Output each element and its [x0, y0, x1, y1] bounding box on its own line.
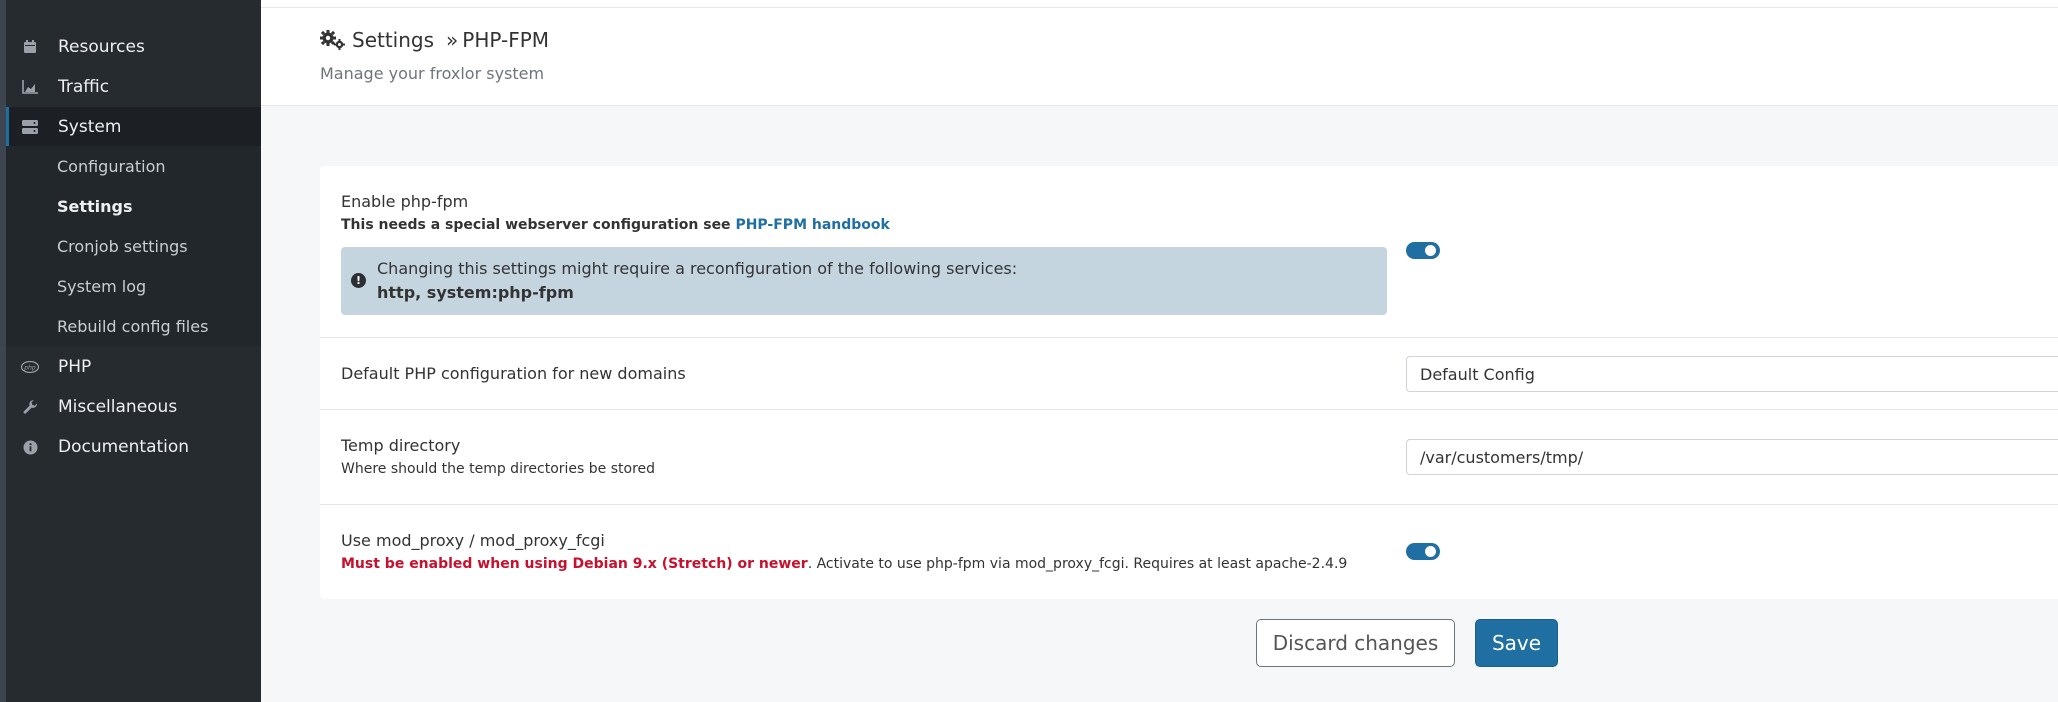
sidebar-item-label: System — [58, 117, 122, 137]
row-divider — [320, 337, 2058, 338]
calendar-icon — [20, 37, 40, 57]
reconfiguration-alert: ! Changing this settings might require a… — [341, 247, 1387, 315]
sidebar-submenu: Configuration Settings Cronjob settings … — [6, 146, 261, 346]
temp-dir-value: /var/customers/tmp/ — [1420, 447, 1584, 467]
toggle-knob — [1425, 245, 1436, 256]
toggle-knob — [1425, 546, 1436, 557]
sidebar-subitem-settings[interactable]: Settings — [57, 197, 133, 216]
sidebar-subitem-rebuild-config[interactable]: Rebuild config files — [57, 317, 208, 336]
default-config-select[interactable]: Default Config — [1406, 356, 2058, 392]
svg-text:php: php — [23, 364, 36, 371]
info-icon — [20, 437, 40, 457]
sidebar-item-traffic[interactable]: Traffic — [6, 67, 261, 107]
sidebar-item-label: Resources — [58, 37, 145, 57]
sidebar-item-label: Miscellaneous — [58, 397, 178, 417]
breadcrumb-section: PHP-FPM — [462, 28, 550, 52]
page-subtitle: Manage your froxlor system — [320, 64, 545, 83]
sidebar-subitem-configuration[interactable]: Configuration — [57, 157, 166, 176]
breadcrumb: Settings » PHP-FPM — [320, 28, 549, 52]
alert-services: http, system:php-fpm — [377, 283, 574, 302]
gears-icon — [320, 30, 345, 50]
sidebar-item-system[interactable]: System — [6, 107, 261, 147]
default-config-value: Default Config — [1420, 364, 1535, 384]
mod-proxy-warning: Must be enabled when using Debian 9.x (S… — [341, 556, 808, 572]
mod-proxy-description-text: . Activate to use php-fpm via mod_proxy_… — [807, 556, 1348, 572]
exclamation-circle-icon: ! — [351, 273, 366, 288]
chart-area-icon — [20, 77, 40, 97]
php-icon: php — [20, 357, 40, 377]
php-fpm-handbook-link[interactable]: PHP-FPM handbook — [735, 217, 889, 233]
default-config-title: Default PHP configuration for new domain… — [341, 364, 686, 383]
temp-dir-input[interactable]: /var/customers/tmp/ — [1406, 439, 2058, 475]
top-strip — [261, 0, 2058, 8]
sidebar-item-documentation[interactable]: Documentation — [6, 427, 261, 467]
sidebar-item-php[interactable]: php PHP — [6, 347, 261, 387]
sidebar: Resources Traffic System Configuration S… — [6, 0, 261, 702]
sidebar-subitem-cronjob-settings[interactable]: Cronjob settings — [57, 237, 188, 256]
alert-text: Changing this settings might require a r… — [377, 259, 1018, 278]
save-button[interactable]: Save — [1475, 619, 1558, 667]
row-divider — [320, 409, 2058, 410]
enable-fpm-description: This needs a special webserver configura… — [341, 217, 890, 233]
enable-fpm-description-text: This needs a special webserver configura… — [341, 217, 731, 233]
mod-proxy-toggle[interactable] — [1406, 543, 1440, 560]
wrench-icon — [20, 397, 40, 417]
mod-proxy-description: Must be enabled when using Debian 9.x (S… — [341, 556, 1347, 572]
sidebar-item-resources[interactable]: Resources — [6, 27, 261, 67]
temp-dir-title: Temp directory — [341, 436, 461, 455]
temp-dir-description: Where should the temp directories be sto… — [341, 461, 656, 477]
sidebar-item-label: Traffic — [58, 77, 110, 97]
page-header — [261, 8, 2058, 106]
sidebar-item-label: PHP — [58, 357, 92, 377]
enable-fpm-toggle[interactable] — [1406, 242, 1440, 259]
enable-fpm-title: Enable php-fpm — [341, 192, 469, 211]
breadcrumb-separator: » — [446, 28, 459, 52]
sidebar-item-miscellaneous[interactable]: Miscellaneous — [6, 387, 261, 427]
page-title: Settings — [352, 28, 435, 52]
mod-proxy-title: Use mod_proxy / mod_proxy_fcgi — [341, 531, 605, 550]
sidebar-subitem-system-log[interactable]: System log — [57, 277, 146, 296]
sidebar-item-label: Documentation — [58, 437, 190, 457]
discard-changes-button[interactable]: Discard changes — [1256, 619, 1455, 667]
server-icon — [20, 117, 40, 137]
row-divider — [320, 504, 2058, 505]
